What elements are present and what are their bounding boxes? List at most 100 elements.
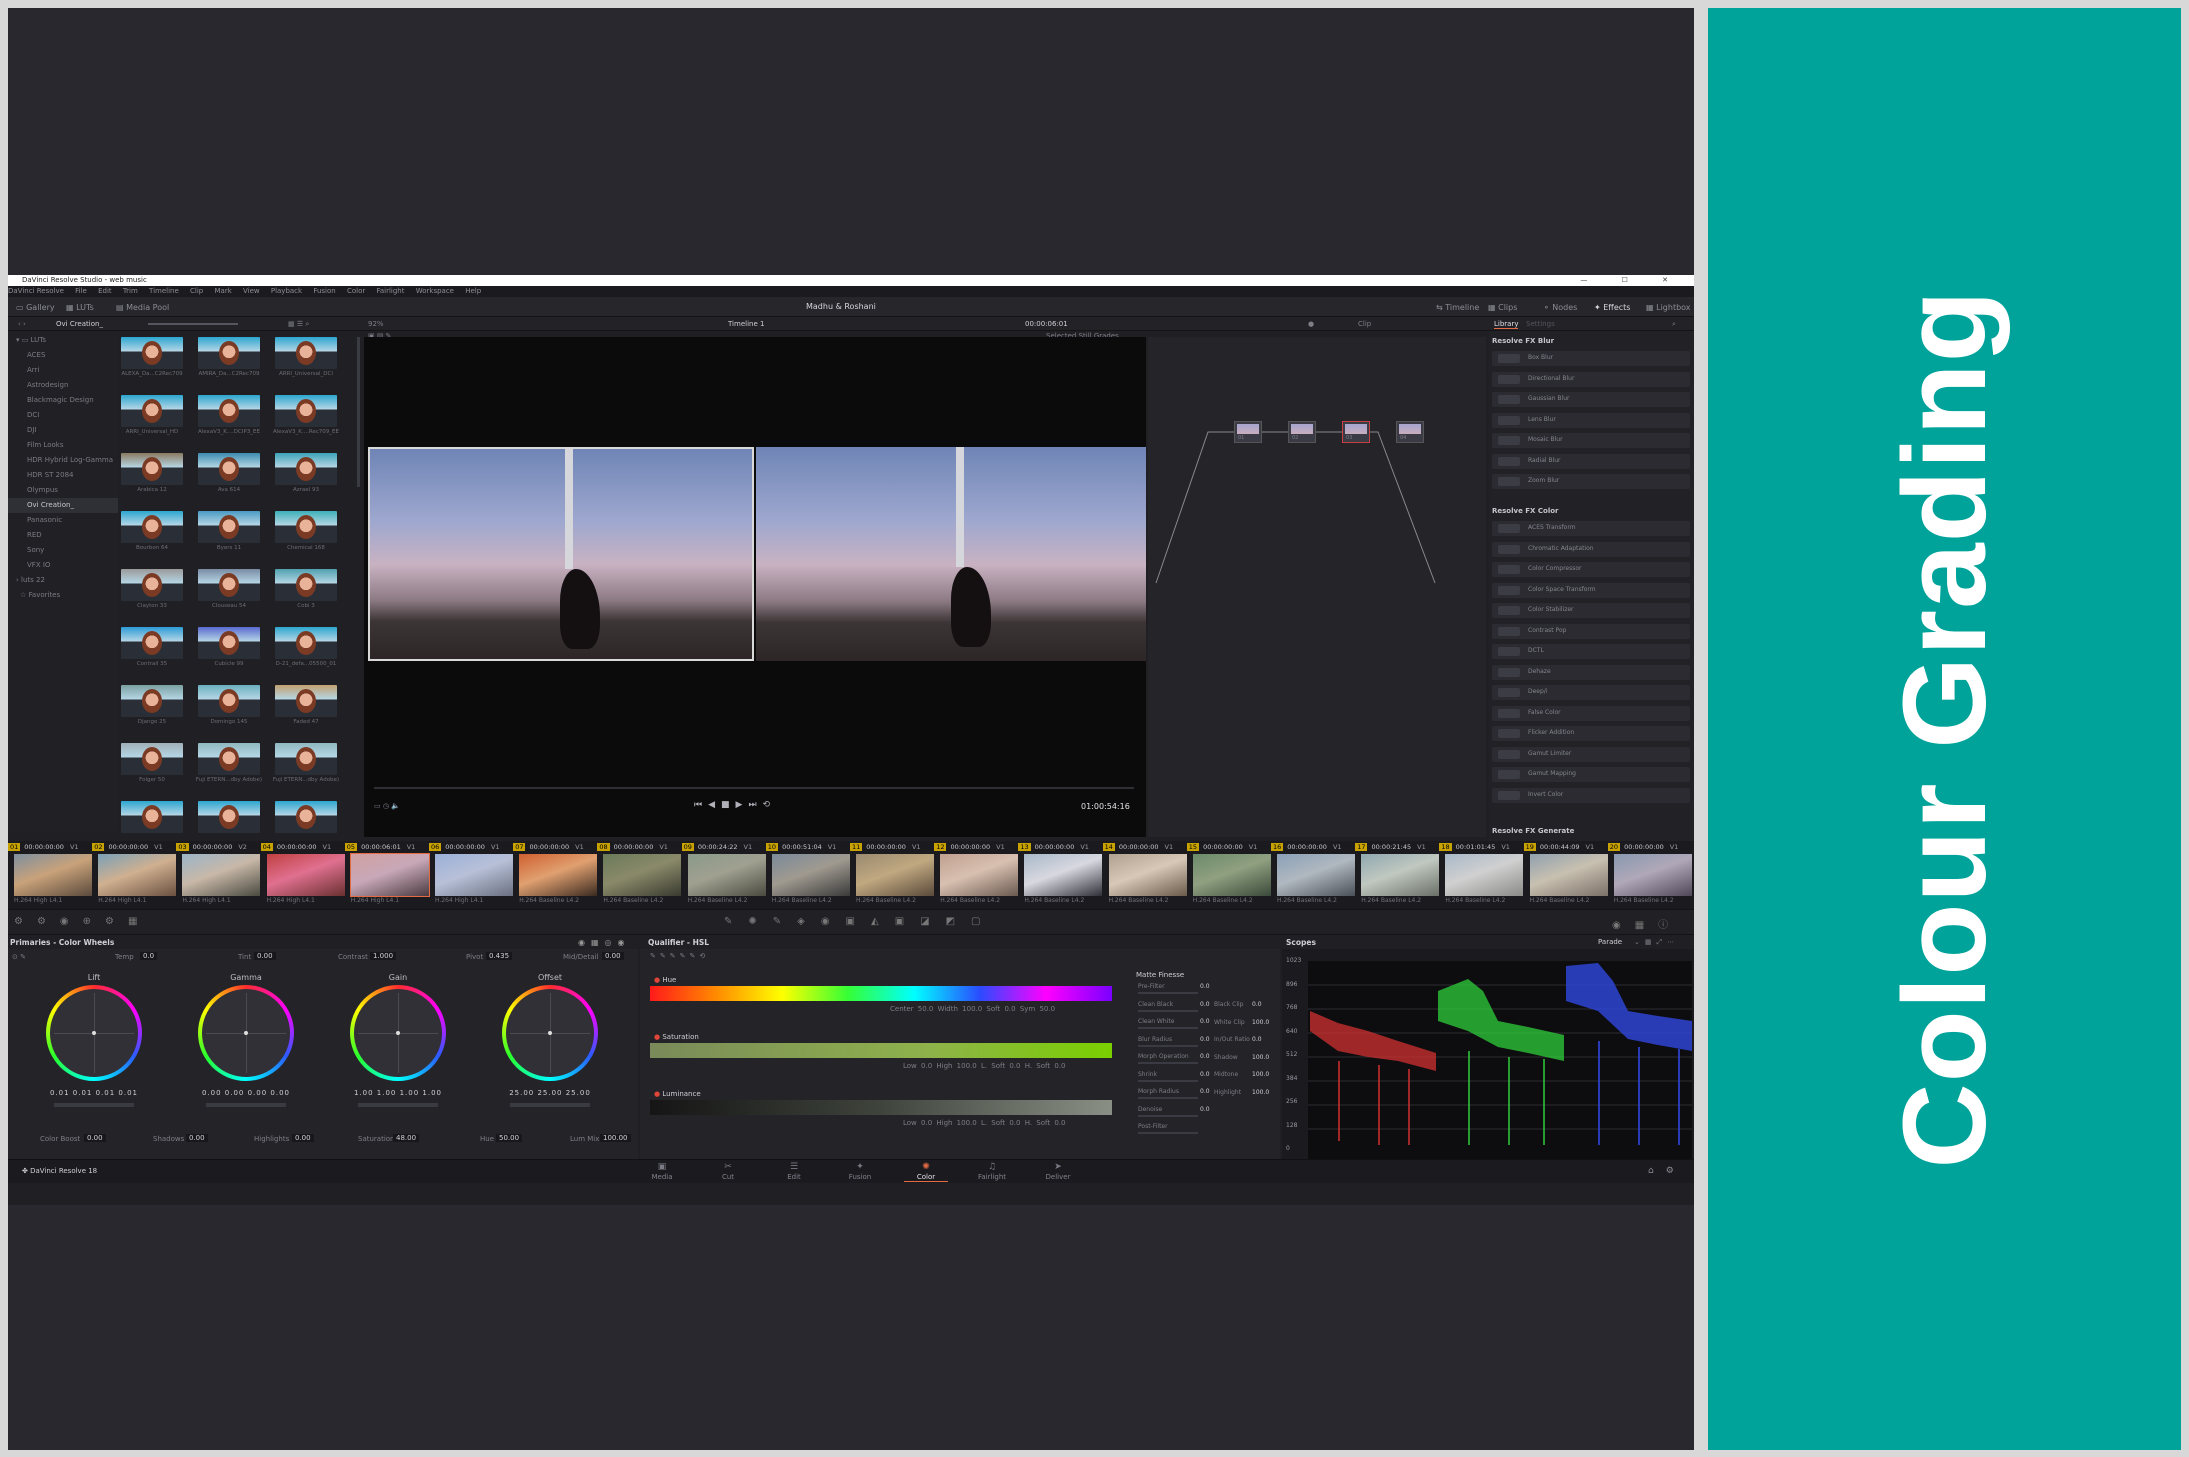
lut-thumbnail[interactable] (121, 453, 183, 485)
timeline-clip[interactable] (1529, 854, 1608, 896)
clip-header[interactable]: 20 00:00:00:00 V1 (1607, 843, 1678, 851)
luts-button[interactable]: ▦ LUTs (66, 303, 94, 312)
timeline-clip[interactable] (1361, 854, 1440, 896)
menu-playback[interactable]: Playback (271, 287, 302, 295)
matte-item-value[interactable]: 0.0 (1200, 1071, 1210, 1078)
lut-thumbnail[interactable] (198, 395, 260, 427)
lut-tree-item[interactable]: › luts 22 (8, 573, 118, 588)
scope-mode-select[interactable]: Parade (1598, 938, 1622, 946)
clip-header[interactable]: 16 00:00:00:00 V1 (1271, 843, 1342, 851)
lut-thumbnail[interactable] (198, 743, 260, 775)
lut-tree-item[interactable]: Arri (8, 363, 118, 378)
page-tab-edit[interactable]: ☰ Edit (772, 1162, 816, 1181)
fx-item[interactable]: Chromatic Adaptation (1492, 541, 1690, 557)
lut-thumbnail[interactable] (198, 685, 260, 717)
menu-fusion[interactable]: Fusion (313, 287, 335, 295)
clip-header[interactable]: 12 00:00:00:00 V1 (934, 843, 1005, 851)
enable-dot-icon[interactable]: ● (654, 976, 660, 984)
timeline-name[interactable]: Timeline 1 (728, 320, 764, 328)
lut-thumbnail[interactable] (121, 511, 183, 543)
thumbnail-scrollbar[interactable] (357, 337, 360, 487)
matte-item-value[interactable]: 0.0 (1200, 1088, 1210, 1095)
menu-workspace[interactable]: Workspace (416, 287, 454, 295)
matte-item-value[interactable]: 0.0 (1200, 1053, 1210, 1060)
enable-dot-icon[interactable]: ● (654, 1090, 660, 1098)
matte-item-value[interactable]: 0.0 (1200, 983, 1210, 990)
wheel-puck[interactable] (396, 1031, 400, 1035)
nodes-button[interactable]: ⚬ Nodes (1543, 303, 1577, 312)
clip-header[interactable]: 18 00:01:01:45 V1 (1439, 843, 1510, 851)
fx-item[interactable]: Gaussian Blur (1492, 392, 1690, 407)
page-tab-color[interactable]: ✺ Color (904, 1162, 948, 1182)
lut-tree-item[interactable]: ▾ ▭ LUTs (8, 333, 118, 348)
matte-slider[interactable] (1138, 1062, 1198, 1064)
matte-item-value[interactable]: 0.0 (1200, 1106, 1210, 1113)
fx-item[interactable]: Mosaic Blur (1492, 433, 1690, 448)
lut-tree-item[interactable]: Blackmagic Design (8, 393, 118, 408)
lut-tree-item[interactable]: Panasonic (8, 513, 118, 528)
transport-controls[interactable]: ⏮◀■▶⏭⟲ (694, 800, 776, 810)
matte-item-value[interactable]: 100.0 (1252, 1071, 1269, 1078)
fx-category-generate[interactable]: Resolve FX Generate (1492, 827, 1574, 835)
matte-slider[interactable] (1138, 1044, 1198, 1047)
matte-slider[interactable] (1138, 1132, 1198, 1134)
lut-thumbnail[interactable] (198, 627, 260, 659)
page-tab-deliver[interactable]: ➤ Deliver (1036, 1162, 1080, 1181)
fx-item[interactable]: Lens Blur (1492, 412, 1690, 428)
timeline-clip[interactable] (182, 854, 261, 896)
lut-tree-item[interactable]: Olympus (8, 483, 118, 498)
matte-slider[interactable] (1138, 1079, 1198, 1082)
media-pool-button[interactable]: ▤ Media Pool (116, 303, 169, 312)
hue-value[interactable]: 50.00 (496, 1134, 523, 1142)
pivot-value[interactable]: 0.435 (486, 952, 513, 960)
matte-slider[interactable] (1138, 992, 1198, 994)
page-tab-cut[interactable]: ✂ Cut (706, 1162, 750, 1181)
scope-options-icons[interactable]: ⌄▦⤢⋯ (1634, 938, 1679, 947)
fx-category-color[interactable]: Resolve FX Color (1492, 507, 1558, 515)
fx-item[interactable]: Zoom Blur (1492, 474, 1690, 489)
matte-item-value[interactable]: 0.0 (1200, 1001, 1210, 1008)
lut-thumbnail[interactable] (198, 337, 260, 369)
fx-item[interactable]: False Color (1492, 705, 1690, 721)
left-palette-icons[interactable]: ⚙⚙◉⊕⚙▦ (14, 916, 151, 927)
zoom-level[interactable]: 92% (368, 320, 384, 328)
clip-header[interactable]: 02 00:00:00:00 V1 (92, 843, 163, 851)
primaries-mode-icons[interactable]: ◉▦◎◉ (578, 938, 631, 947)
lut-thumbnail[interactable] (121, 743, 183, 775)
fx-category-blur[interactable]: Resolve FX Blur (1492, 337, 1554, 345)
matte-item-value[interactable]: 100.0 (1252, 1019, 1269, 1026)
matte-slider[interactable] (1138, 1009, 1198, 1012)
lut-thumbnail[interactable] (275, 453, 337, 485)
menu-fairlight[interactable]: Fairlight (376, 287, 404, 295)
menu-timeline[interactable]: Timeline (149, 287, 179, 295)
thumbnail-size-slider[interactable] (148, 323, 238, 325)
clip-header[interactable]: 08 00:00:00:00 V1 (597, 843, 668, 851)
timeline-clip[interactable] (1192, 854, 1271, 896)
lut-thumbnail[interactable] (198, 801, 260, 833)
menu-edit[interactable]: Edit (98, 287, 112, 295)
fx-item[interactable]: Box Blur (1492, 351, 1690, 366)
wheel-puck[interactable] (92, 1031, 96, 1035)
lut-thumbnail[interactable] (275, 685, 337, 717)
timeline-clip[interactable] (940, 854, 1019, 896)
fx-item[interactable]: DCTL (1492, 644, 1690, 659)
shadows-value[interactable]: 0.00 (186, 1134, 208, 1142)
lut-thumbnail[interactable] (275, 801, 337, 833)
saturation-range-bar[interactable] (650, 1043, 1112, 1058)
lut-thumbnail[interactable] (121, 337, 183, 369)
matte-slider[interactable] (1138, 1027, 1198, 1029)
page-tab-media[interactable]: ▣ Media (640, 1162, 684, 1181)
enable-dot-icon[interactable]: ● (654, 1033, 660, 1041)
timeline-button[interactable]: ⇆ Timeline (1436, 303, 1479, 312)
timeline-clip[interactable] (266, 854, 345, 896)
fx-item[interactable]: ACES Transform (1492, 521, 1690, 536)
timeline-clip[interactable] (519, 854, 598, 896)
lut-tree-item[interactable]: DCI (8, 408, 118, 423)
clip-header[interactable]: 11 00:00:00:00 V1 (850, 843, 921, 851)
offset-values[interactable]: 25.00 25.00 25.00 (502, 1089, 598, 1097)
lut-thumbnail[interactable] (275, 743, 337, 775)
page-tab-fusion[interactable]: ✦ Fusion (838, 1162, 882, 1181)
window-controls[interactable]: — ☐ ✕ (1580, 275, 1684, 286)
tab-settings[interactable]: Settings (1526, 320, 1555, 328)
timeline-clip[interactable] (1277, 854, 1355, 896)
